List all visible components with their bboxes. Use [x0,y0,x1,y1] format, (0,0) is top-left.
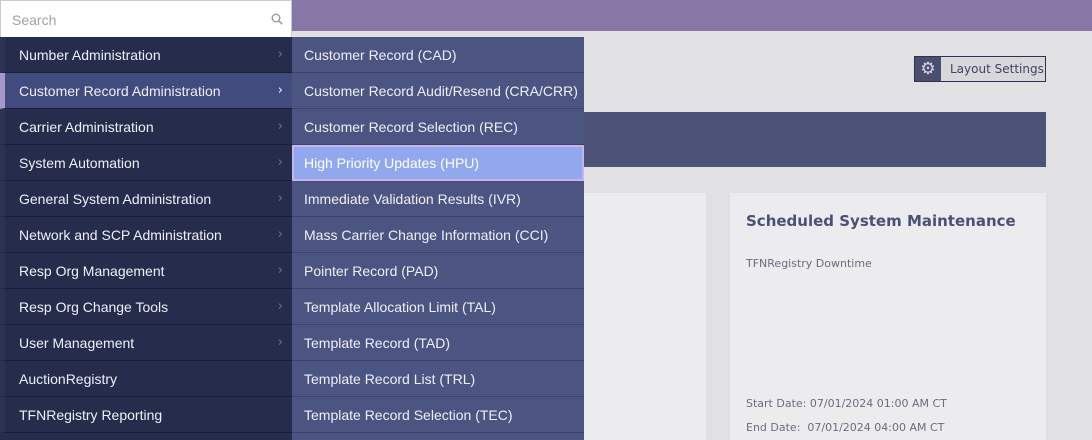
search-input[interactable] [1,1,263,38]
submenu-item-label: Pointer Record (PAD) [304,262,439,279]
chevron-right-icon: › [277,299,283,314]
search-box [0,0,292,38]
menu-item-label: User Management [19,334,135,351]
menu-item-resp-org-management[interactable]: Resp Org Management › [0,253,292,289]
menu-item-auction-registry[interactable]: AuctionRegistry [0,361,292,397]
submenu-item-trl[interactable]: Template Record List (TRL) [292,361,584,397]
main-menu: Number Administration › Customer Record … [0,37,292,440]
submenu-item-tad[interactable]: Template Record (TAD) [292,325,584,361]
submenu-item-ivr[interactable]: Immediate Validation Results (IVR) [292,181,584,217]
submenu-item-cci[interactable]: Mass Carrier Change Information (CCI) [292,217,584,253]
menu-item-label: General System Administration [19,190,212,207]
submenu-item-hpu[interactable]: High Priority Updates (HPU) [292,145,584,181]
menu-item-label: TFNRegistry Reporting [19,406,163,423]
submenu-item-label: High Priority Updates (HPU) [304,155,480,171]
chevron-right-icon: › [277,263,283,278]
dashboard-card [584,193,706,440]
chevron-right-icon: › [277,83,283,98]
submenu-item-label: Customer Record Audit/Resend (CRA/CRR) [304,82,578,99]
menu-item-label: Resp Org Management [19,262,165,279]
layout-settings-label: Layout Settings [950,62,1044,76]
chevron-right-icon: › [277,47,283,62]
submenu-item-label: Customer Record (CAD) [304,46,457,63]
submenu-item-cra-crr[interactable]: Customer Record Audit/Resend (CRA/CRR) [292,73,584,109]
menu-item-resp-org-change-tools[interactable]: Resp Org Change Tools › [0,289,292,325]
chevron-right-icon: › [277,119,283,134]
submenu-item-pad[interactable]: Pointer Record (PAD) [292,253,584,289]
submenu-item-label: Template Allocation Limit (TAL) [304,298,496,315]
submenu-item-label: Immediate Validation Results (IVR) [304,190,521,207]
menu-item-tfnregistry-reporting[interactable]: TFNRegistry Reporting [0,397,292,433]
chevron-right-icon: › [277,227,283,242]
maintenance-end-date: End Date: 07/01/2024 04:00 AM CT [746,421,945,434]
maintenance-start-date: Start Date: 07/01/2024 01:00 AM CT [746,397,947,410]
submenu: Customer Record (CAD) Customer Record Au… [292,37,584,440]
submenu-item-rec[interactable]: Customer Record Selection (REC) [292,109,584,145]
chevron-right-icon: › [277,191,283,206]
page-banner [584,112,1046,167]
submenu-item-label: Customer Record Selection (REC) [304,118,518,135]
menu-item-label: Customer Record Administration [19,82,221,99]
submenu-item-label: Template Record List (TRL) [304,370,476,387]
menu-item-label: Number Administration [19,46,161,63]
menu-item-label: Resp Org Change Tools [19,298,169,315]
submenu-item-cad[interactable]: Customer Record (CAD) [292,37,584,73]
search-icon[interactable] [271,13,283,25]
maintenance-subtitle: TFNRegistry Downtime [746,257,872,270]
submenu-item-label: Template Record (TAD) [304,334,451,351]
menu-item-network-scp-administration[interactable]: Network and SCP Administration › [0,217,292,253]
menu-item-label: AuctionRegistry [19,370,118,387]
menu-item-label: Carrier Administration [19,118,154,135]
submenu-item-label: Mass Carrier Change Information (CCI) [304,226,549,243]
maintenance-card: Scheduled System Maintenance TFNRegistry… [730,193,1046,440]
submenu-item-label: Template Record Selection (TEC) [304,406,513,423]
menu-item-number-administration[interactable]: Number Administration › [0,37,292,73]
menu-item-label: Network and SCP Administration [19,226,222,243]
layout-settings-button[interactable]: ⚙ Layout Settings [914,56,1046,82]
chevron-right-icon: › [277,335,283,350]
chevron-right-icon: › [277,155,283,170]
menu-item-system-automation[interactable]: System Automation › [0,145,292,181]
menu-item-label: System Automation [19,154,140,171]
menu-item-user-management[interactable]: User Management › [0,325,292,361]
menu-item-general-system-administration[interactable]: General System Administration › [0,181,292,217]
submenu-item-tal[interactable]: Template Allocation Limit (TAL) [292,289,584,325]
menu-item-carrier-administration[interactable]: Carrier Administration › [0,109,292,145]
submenu-item-tec[interactable]: Template Record Selection (TEC) [292,397,584,433]
menu-item-customer-record-administration[interactable]: Customer Record Administration › [0,73,292,109]
gear-icon: ⚙ [915,57,941,81]
maintenance-title: Scheduled System Maintenance [746,212,1016,230]
